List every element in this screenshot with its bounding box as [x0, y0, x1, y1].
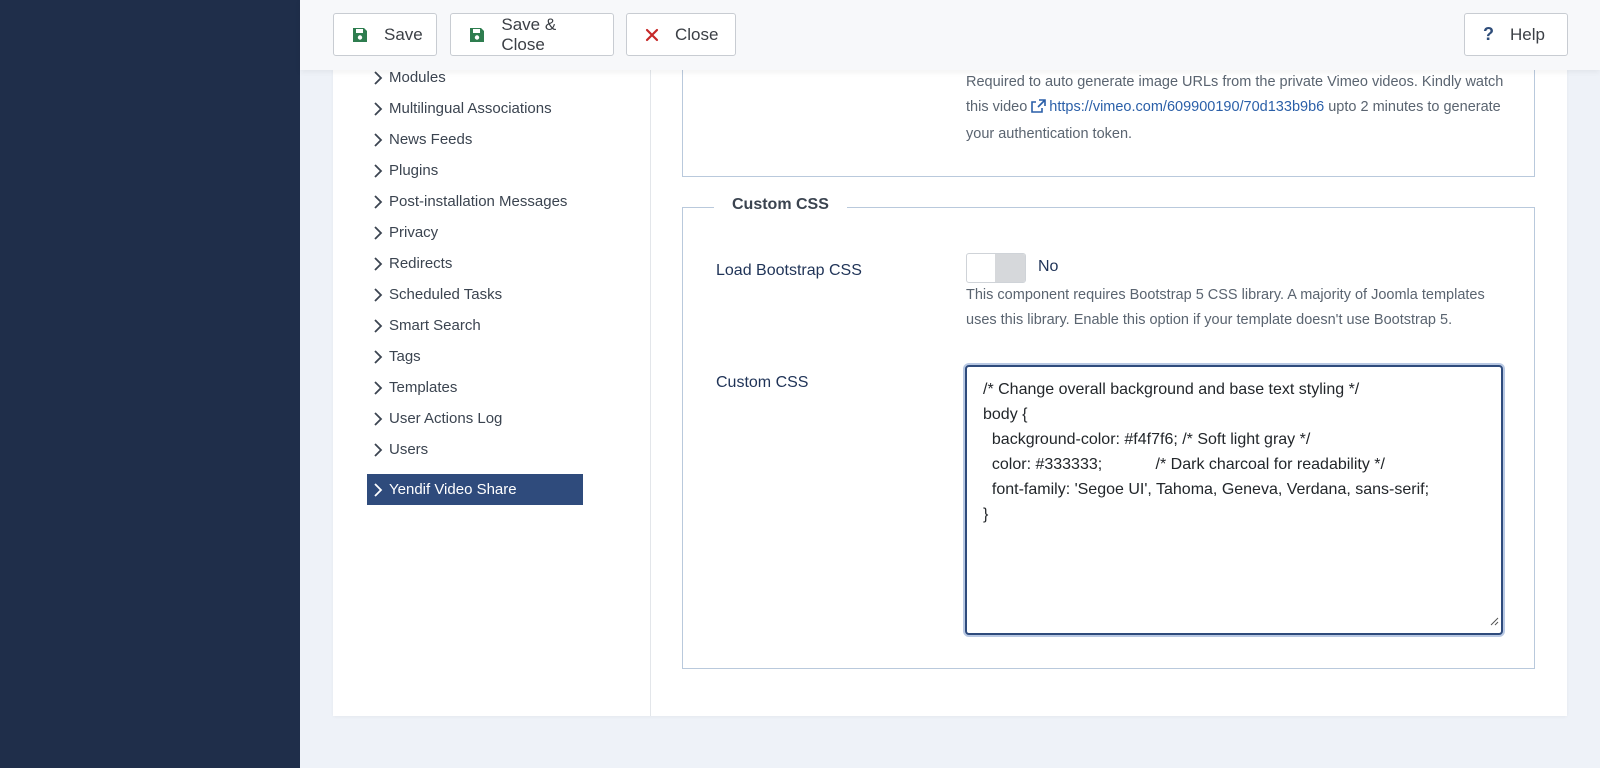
save-icon [352, 26, 368, 44]
sidebar-item-label: Redirects [389, 255, 453, 272]
sidebar-item-label: Scheduled Tasks [389, 286, 503, 303]
sidebar-item-label: News Feeds [389, 131, 473, 148]
sidebar-item-plugins[interactable]: Plugins [367, 155, 583, 186]
toolbar: Save Save & Close Close ? Help [300, 0, 1600, 70]
code-line: /* Change overall background and base te… [983, 381, 1360, 398]
load-bootstrap-value: No [1038, 258, 1059, 275]
code-line: } [983, 506, 989, 523]
sidebar-item-redirects[interactable]: Redirects [367, 248, 583, 279]
toggle-knob [995, 254, 1025, 282]
chevron-right-icon [367, 225, 389, 240]
load-bootstrap-label: Load Bootstrap CSS [716, 262, 862, 279]
chevron-right-icon [367, 318, 389, 333]
save-close-button[interactable]: Save & Close [450, 13, 614, 56]
sidebar-item-label: User Actions Log [389, 410, 503, 427]
sidebar-item-label: Plugins [389, 162, 439, 179]
sidebar-item-label: Tags [389, 348, 421, 365]
external-link-icon [1031, 97, 1047, 122]
sidebar-item-label: Privacy [389, 224, 439, 241]
vimeo-description: Required to auto generate image URLs fro… [966, 70, 1511, 147]
sidebar-item-label: Multilingual Associations [389, 100, 552, 117]
sidebar-item-news-feeds[interactable]: News Feeds [367, 124, 583, 155]
column-divider [650, 60, 651, 716]
sidebar-item-users[interactable]: Users [367, 434, 583, 465]
close-label: Close [675, 24, 719, 44]
save-icon [469, 26, 485, 44]
chevron-right-icon [367, 70, 389, 85]
close-icon [645, 26, 659, 44]
sidebar-item-label: Post-installation Messages [389, 193, 568, 210]
sidebar-item-multilingual-associations[interactable]: Multilingual Associations [367, 93, 583, 124]
save-close-label: Save & Close [501, 14, 557, 54]
vimeo-video-link[interactable]: https://vimeo.com/609900190/70d133b9b6 [1049, 99, 1324, 115]
help-label: Help [1510, 24, 1545, 44]
code-line: background-color: #f4f7f6; /* Soft light… [983, 431, 1311, 448]
sidebar-item-label: Templates [389, 379, 458, 396]
save-button[interactable]: Save [333, 13, 437, 56]
code-line: color: #333333; /* Dark charcoal for rea… [983, 456, 1385, 473]
custom-css-textarea[interactable]: /* Change overall background and base te… [965, 365, 1503, 635]
sidebar-item-scheduled-tasks[interactable]: Scheduled Tasks [367, 279, 583, 310]
sidebar-item-yendif-video-share[interactable]: Yendif Video Share [367, 474, 583, 505]
sidebar-item-label: Modules [389, 69, 446, 86]
chevron-right-icon [367, 256, 389, 271]
chevron-right-icon [367, 349, 389, 364]
save-label: Save [384, 24, 423, 44]
code-line: font-family: 'Segoe UI', Tahoma, Geneva,… [983, 481, 1430, 498]
sidebar-item-label: Smart Search [389, 317, 481, 334]
sidebar-item-smart-search[interactable]: Smart Search [367, 310, 583, 341]
chevron-right-icon [367, 442, 389, 457]
close-button[interactable]: Close [626, 13, 736, 56]
help-button[interactable]: ? Help [1464, 13, 1568, 56]
chevron-right-icon [367, 482, 389, 497]
chevron-right-icon [367, 163, 389, 178]
chevron-right-icon [367, 411, 389, 426]
custom-css-legend: Custom CSS [714, 196, 847, 214]
load-bootstrap-description: This component requires Bootstrap 5 CSS … [966, 287, 1485, 328]
sidebar-item-label: Yendif Video Share [389, 481, 517, 498]
chevron-right-icon [367, 287, 389, 302]
chevron-right-icon [367, 132, 389, 147]
sidebar-item-templates[interactable]: Templates [367, 372, 583, 403]
sidebar-item-label: Users [389, 441, 429, 458]
chevron-right-icon [367, 101, 389, 116]
custom-css-label: Custom CSS [716, 374, 809, 391]
sidebar-item-post-installation-messages[interactable]: Post-installation Messages [367, 186, 583, 217]
load-bootstrap-toggle[interactable] [966, 253, 1026, 283]
sidebar-item-privacy[interactable]: Privacy [367, 217, 583, 248]
admin-sidebar [0, 0, 300, 768]
code-line: body { [983, 406, 1028, 423]
sidebar-item-tags[interactable]: Tags [367, 341, 583, 372]
chevron-right-icon [367, 194, 389, 209]
question-icon: ? [1483, 24, 1494, 44]
sidebar-item-user-actions-log[interactable]: User Actions Log [367, 403, 583, 434]
resize-grip-icon[interactable] [1489, 613, 1499, 631]
chevron-right-icon [367, 380, 389, 395]
